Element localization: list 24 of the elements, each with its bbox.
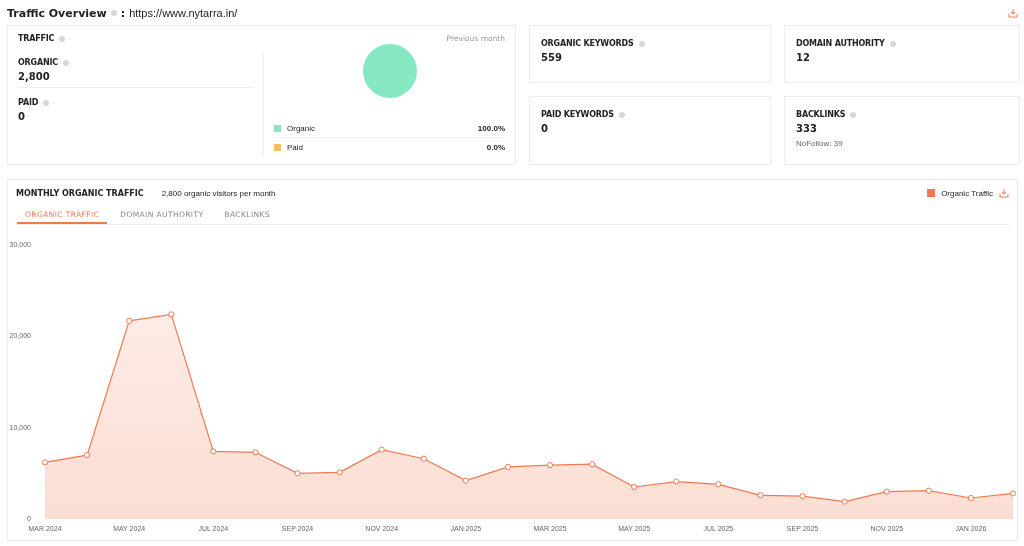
metric-label: PAID xyxy=(18,98,39,107)
stat-label: PAID KEYWORDS xyxy=(541,110,614,119)
legend-share: 0.0% xyxy=(486,143,505,152)
stat-label: BACKLINKS xyxy=(796,110,846,119)
separator: : xyxy=(120,6,126,20)
metric-value: 2,800 xyxy=(18,71,51,82)
legend-label: Organic Traffic xyxy=(941,188,993,198)
stat-value: 559 xyxy=(541,52,563,63)
stat-note: NoFollow: 39 xyxy=(796,139,844,148)
metric-label: ORGANIC xyxy=(18,58,58,67)
stat-value: 12 xyxy=(796,52,811,63)
page-title: Traffic Overview xyxy=(7,6,107,20)
site-url: https://www.nytarra.in/ xyxy=(129,7,238,19)
legend-share: 100.0% xyxy=(477,124,505,133)
legend-label: Organic xyxy=(287,124,315,133)
legend-label: Paid xyxy=(287,143,303,152)
stat-label: DOMAIN AUTHORITY xyxy=(796,39,885,48)
chart-title: MONTHLY ORGANIC TRAFFIC xyxy=(16,188,144,198)
stat-value: 333 xyxy=(796,123,818,134)
chart-subtitle: 2,800 organic visitors per month xyxy=(161,188,276,198)
stat-value: 0 xyxy=(541,123,549,134)
card-title: TRAFFIC xyxy=(18,34,55,43)
stat-label: ORGANIC KEYWORDS xyxy=(541,39,634,48)
metric-value: 0 xyxy=(18,111,26,122)
